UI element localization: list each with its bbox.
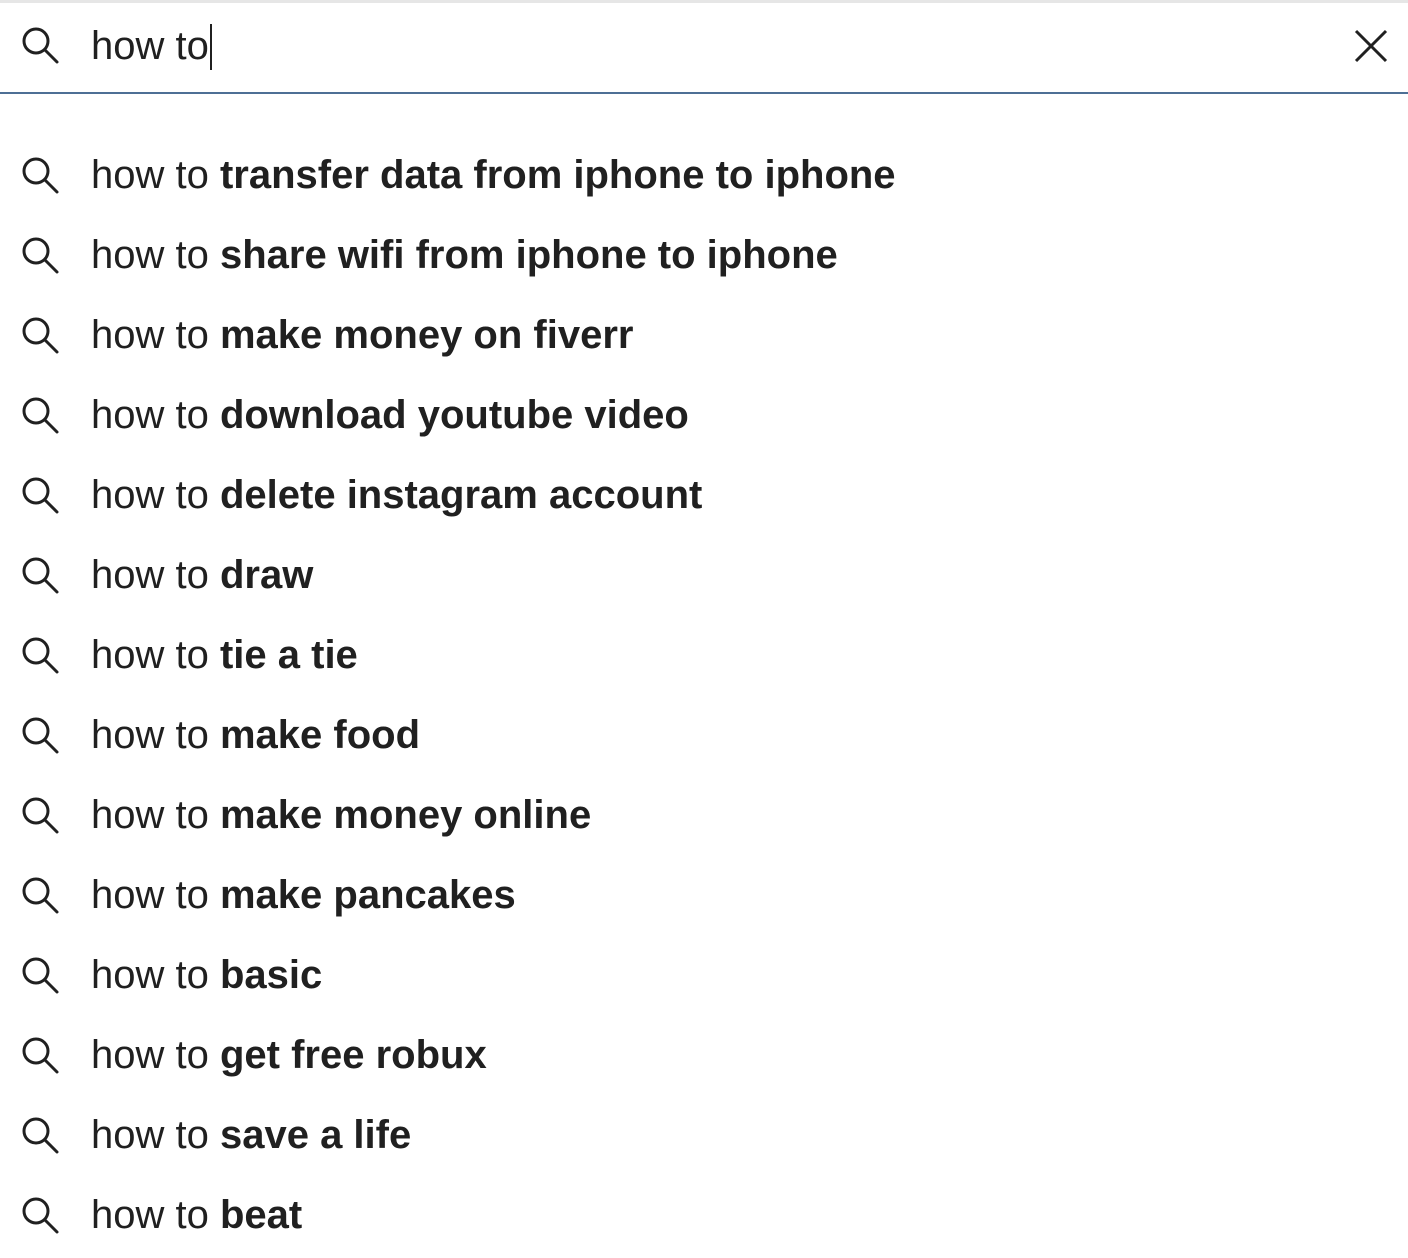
suggestion-prefix: how to [91, 553, 220, 597]
suggestion-prefix: how to [91, 873, 220, 917]
suggestion-text: how to make money online [91, 789, 591, 841]
suggestion-item[interactable]: how to save a life [0, 1095, 1408, 1175]
suggestion-prefix: how to [91, 1033, 220, 1077]
search-icon [20, 475, 60, 515]
search-input[interactable] [91, 18, 1291, 74]
suggestion-item[interactable]: how to make money online [0, 775, 1408, 855]
search-icon [20, 235, 60, 275]
suggestion-text: how to download youtube video [91, 389, 689, 441]
suggestion-prefix: how to [91, 1193, 220, 1237]
suggestion-prefix: how to [91, 633, 220, 677]
suggestion-item[interactable]: how to download youtube video [0, 375, 1408, 455]
suggestion-item[interactable]: how to make food [0, 695, 1408, 775]
suggestion-prefix: how to [91, 153, 220, 197]
suggestion-text: how to delete instagram account [91, 469, 702, 521]
suggestion-item[interactable]: how to basic [0, 935, 1408, 1015]
search-bar [0, 0, 1408, 94]
search-icon [20, 875, 60, 915]
search-icon [20, 155, 60, 195]
suggestion-completion: basic [219, 953, 323, 997]
suggestion-item[interactable]: how to transfer data from iphone to ipho… [0, 135, 1408, 215]
suggestion-text: how to save a life [91, 1109, 411, 1161]
suggestion-completion: save a life [219, 1113, 412, 1157]
search-icon [20, 955, 60, 995]
suggestion-completion: download youtube video [219, 393, 689, 437]
search-icon [20, 1035, 60, 1075]
search-icon [20, 315, 60, 355]
suggestion-text: how to get free robux [91, 1029, 487, 1081]
suggestion-text: how to make food [91, 709, 420, 761]
suggestion-completion: beat [219, 1193, 303, 1237]
suggestion-prefix: how to [91, 953, 220, 997]
suggestion-text: how to tie a tie [91, 629, 358, 681]
suggestion-prefix: how to [91, 713, 220, 757]
suggestion-text: how to draw [91, 549, 313, 601]
close-icon [1354, 29, 1388, 63]
suggestion-prefix: how to [91, 793, 220, 837]
suggestion-text: how to share wifi from iphone to iphone [91, 229, 838, 281]
suggestion-completion: transfer data from iphone to iphone [219, 153, 896, 197]
suggestion-completion: make money online [219, 793, 592, 837]
suggestion-item[interactable]: how to share wifi from iphone to iphone [0, 215, 1408, 295]
suggestion-completion: tie a tie [219, 633, 358, 677]
suggestion-prefix: how to [91, 313, 220, 357]
suggestion-prefix: how to [91, 473, 220, 517]
suggestion-completion: make money on fiverr [219, 313, 634, 357]
suggestion-prefix: how to [91, 1113, 220, 1157]
search-icon [20, 1195, 60, 1235]
search-icon [20, 1115, 60, 1155]
search-icon [20, 555, 60, 595]
search-icon [20, 715, 60, 755]
suggestion-item[interactable]: how to beat [0, 1175, 1408, 1255]
suggestion-text: how to make money on fiverr [91, 309, 633, 361]
suggestion-prefix: how to [91, 393, 220, 437]
search-icon [20, 395, 60, 435]
suggestion-completion: make pancakes [219, 873, 516, 917]
search-icon [20, 25, 60, 65]
suggestion-text: how to transfer data from iphone to ipho… [91, 149, 896, 201]
suggestion-completion: get free robux [219, 1033, 487, 1077]
suggestion-item[interactable]: how to tie a tie [0, 615, 1408, 695]
search-icon [20, 795, 60, 835]
clear-search-button[interactable] [1346, 21, 1396, 71]
suggestion-item[interactable]: how to draw [0, 535, 1408, 615]
suggestion-item[interactable]: how to delete instagram account [0, 455, 1408, 535]
search-icon [20, 635, 60, 675]
suggestion-text: how to beat [91, 1189, 302, 1241]
suggestion-item[interactable]: how to get free robux [0, 1015, 1408, 1095]
suggestion-completion: share wifi from iphone to iphone [219, 233, 838, 277]
text-caret [210, 24, 212, 70]
suggestion-completion: make food [219, 713, 421, 757]
suggestion-text: how to make pancakes [91, 869, 516, 921]
suggestion-item[interactable]: how to make money on fiverr [0, 295, 1408, 375]
suggestion-list: how to transfer data from iphone to ipho… [0, 135, 1408, 1255]
suggestion-completion: delete instagram account [219, 473, 703, 517]
suggestion-item[interactable]: how to make pancakes [0, 855, 1408, 935]
suggestion-completion: draw [219, 553, 314, 597]
suggestion-text: how to basic [91, 949, 322, 1001]
suggestion-prefix: how to [91, 233, 220, 277]
